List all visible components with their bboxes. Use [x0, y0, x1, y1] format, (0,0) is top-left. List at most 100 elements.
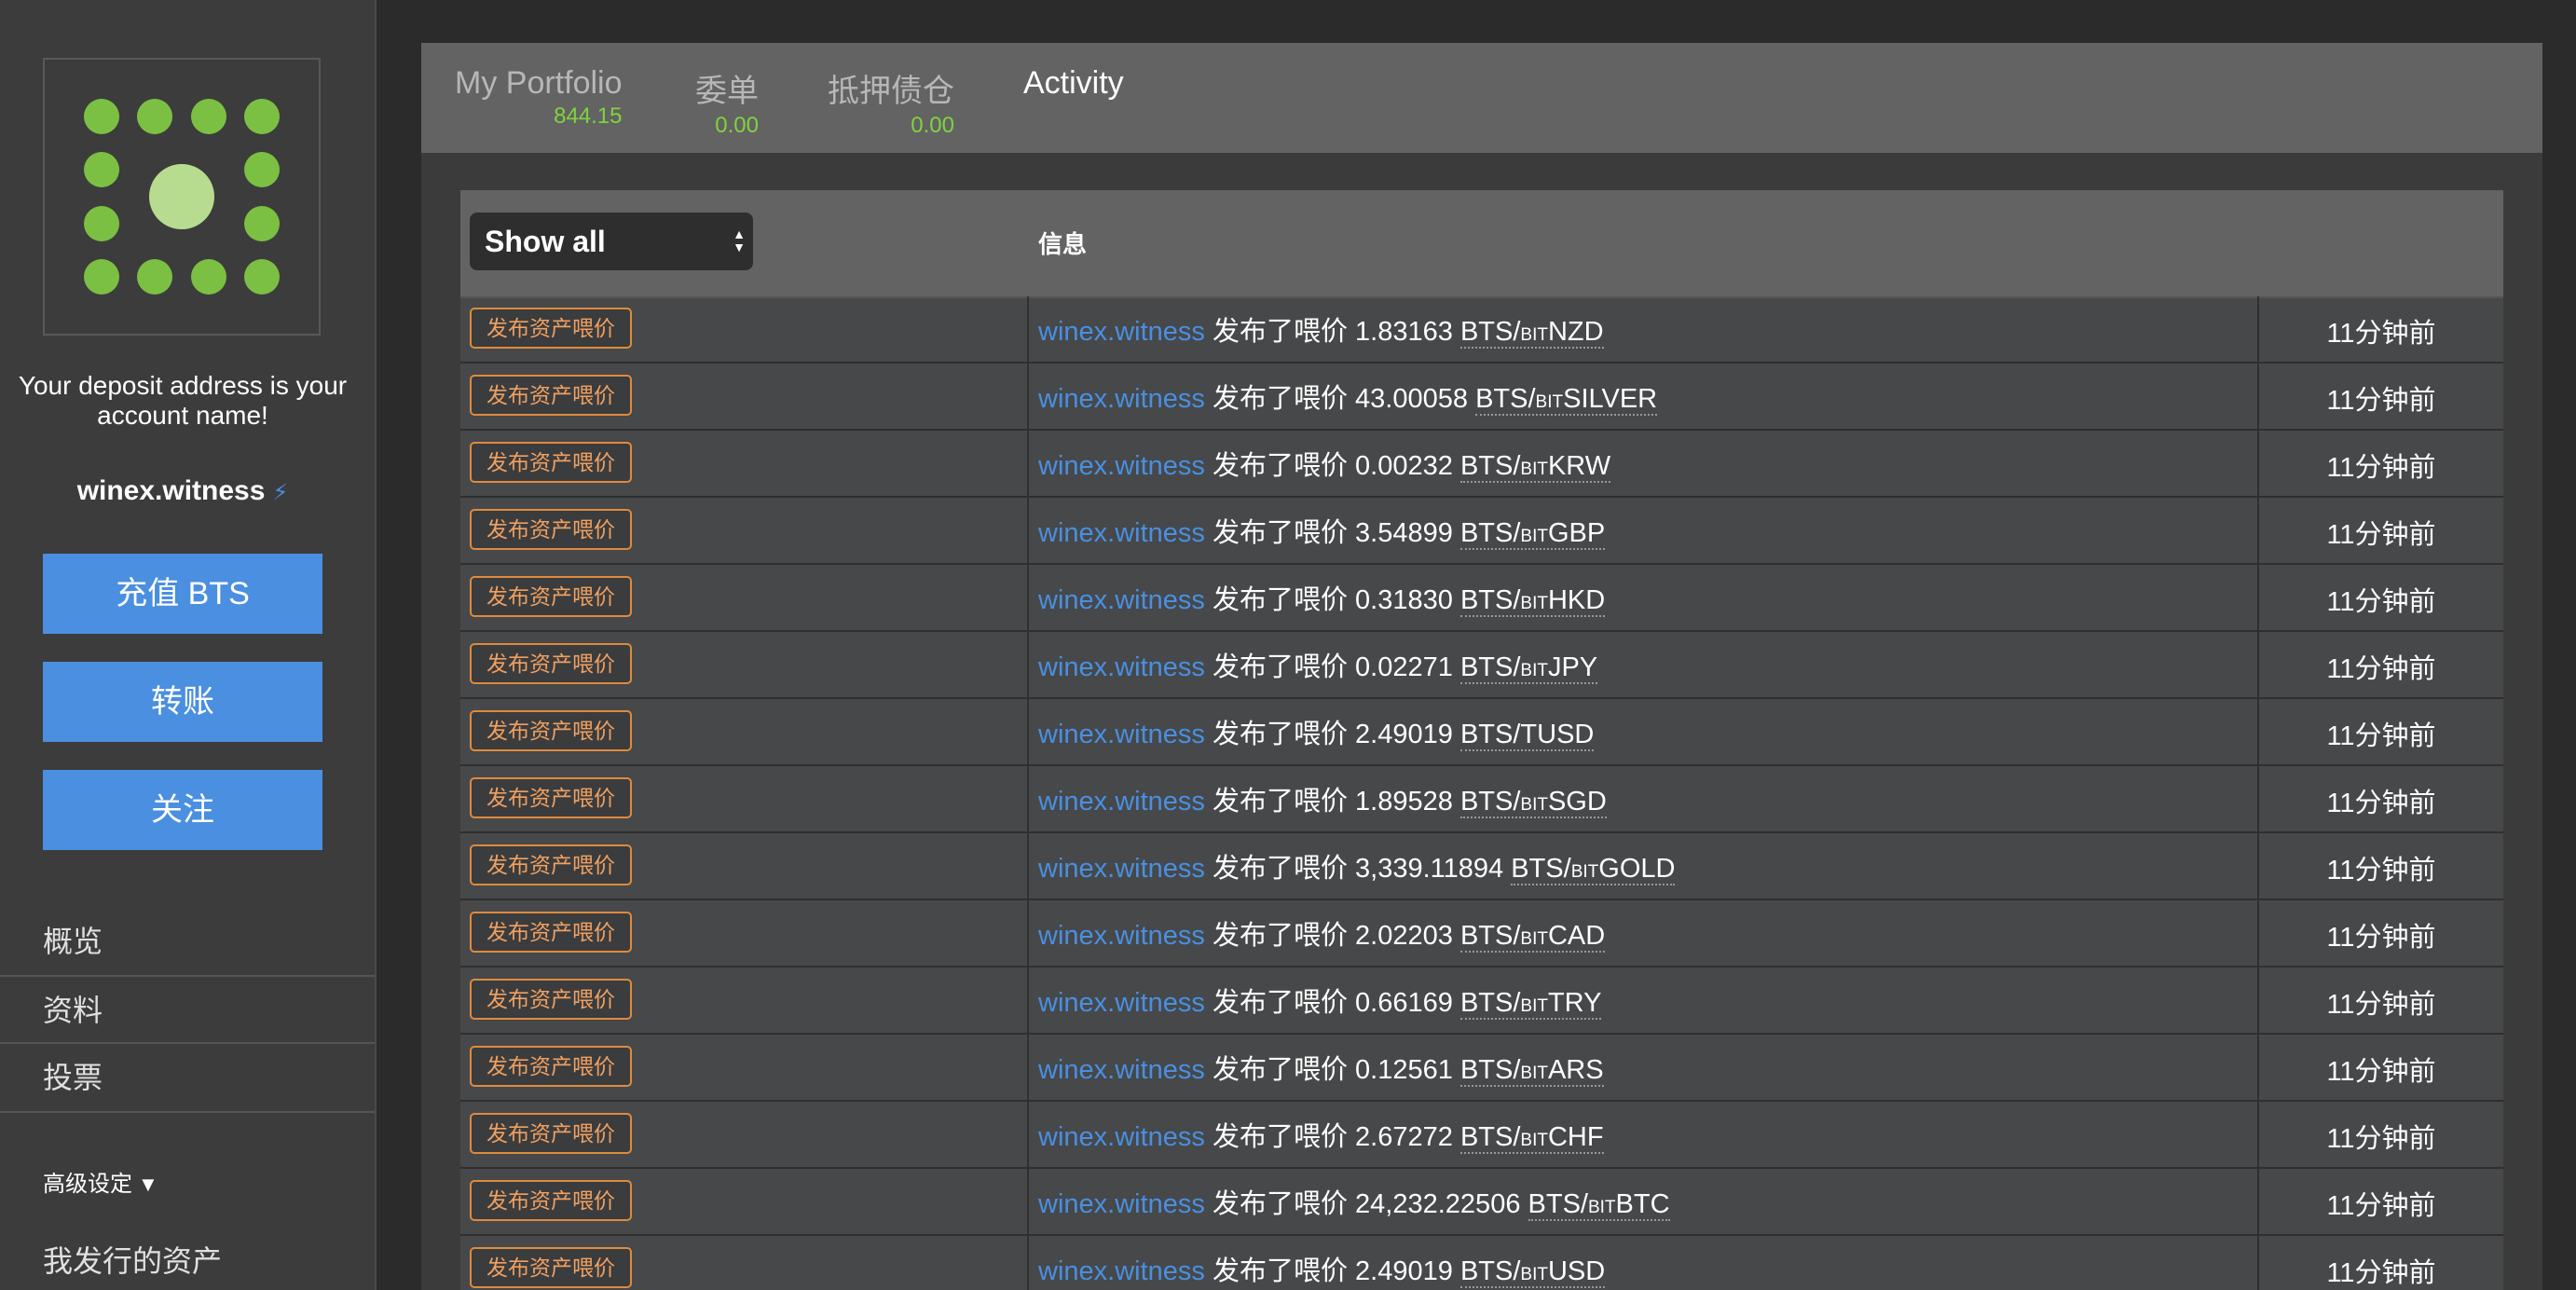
pair-bit-prefix: BIT: [1520, 929, 1548, 949]
column-divider: [1027, 1102, 1029, 1169]
follow-button[interactable]: 关注: [43, 770, 322, 850]
transfer-button[interactable]: 转账: [43, 662, 322, 742]
operation-badge[interactable]: 发布资产喂价: [470, 509, 632, 550]
pair-bit-prefix: BIT: [1520, 594, 1548, 613]
table-row: 发布资产喂价 winex.witness 发布了喂价 3.54899 BTS/BI…: [460, 498, 2503, 565]
tab-my-portfolio[interactable]: My Portfolio 844.15: [455, 65, 623, 130]
feed-price: 0.00232: [1355, 451, 1453, 481]
pair-base: BTS/: [1459, 652, 1521, 682]
activity-info: winex.witness 发布了喂价 1.83163 BTS/BITNZD: [1038, 309, 1604, 349]
table-row: 发布资产喂价 winex.witness 发布了喂价 24,232.22506 B…: [460, 1169, 2503, 1236]
account-link[interactable]: winex.witness: [1038, 585, 1205, 615]
pair-bit-prefix: BIT: [1535, 392, 1564, 412]
feed-price: 1.89528: [1355, 787, 1453, 817]
tab-value: 844.15: [554, 103, 623, 129]
account-link[interactable]: winex.witness: [1038, 1122, 1205, 1152]
operation-badge[interactable]: 发布资产喂价: [470, 1247, 632, 1288]
operation-badge[interactable]: 发布资产喂价: [470, 576, 632, 617]
asset-pair-link[interactable]: BTS/BITSGD: [1459, 787, 1607, 818]
asset-pair-link[interactable]: BTS/BITKRW: [1459, 451, 1611, 483]
activity-info: winex.witness 发布了喂价 3,339.11894 BTS/BITG…: [1038, 846, 1676, 885]
deposit-bts-button[interactable]: 充值 BTS: [43, 554, 322, 634]
operation-badge[interactable]: 发布资产喂价: [470, 442, 632, 483]
tab-orders[interactable]: 委单 0.00: [695, 65, 759, 139]
account-link[interactable]: winex.witness: [1038, 1055, 1205, 1085]
operation-badge[interactable]: 发布资产喂价: [470, 308, 632, 349]
account-link[interactable]: winex.witness: [1038, 317, 1205, 347]
column-divider: [1027, 296, 1029, 364]
account-link[interactable]: winex.witness: [1038, 652, 1205, 682]
asset-pair-link[interactable]: BTS/BITBTC: [1528, 1189, 1670, 1221]
asset-pair-link[interactable]: BTS/BITHKD: [1459, 585, 1606, 617]
advanced-settings-toggle[interactable]: 高级设定 ▼: [43, 1165, 158, 1198]
operation-badge[interactable]: 发布资产喂价: [470, 1180, 632, 1221]
operation-badge[interactable]: 发布资产喂价: [470, 844, 632, 885]
main-content: My Portfolio 844.15 委单 0.00 抵押债仓 0.00 Ac…: [421, 43, 2542, 1290]
lightning-icon: ⚡: [272, 480, 289, 505]
account-link[interactable]: winex.witness: [1038, 854, 1205, 884]
operation-badge[interactable]: 发布资产喂价: [470, 643, 632, 684]
asset-pair-link[interactable]: BTS/BITTRY: [1459, 988, 1602, 1020]
pair-asset: CHF: [1547, 1122, 1604, 1152]
asset-pair-link[interactable]: BTS/BITARS: [1459, 1055, 1604, 1087]
operation-badge[interactable]: 发布资产喂价: [470, 979, 632, 1020]
table-row: 发布资产喂价 winex.witness 发布了喂价 0.02271 BTS/BI…: [460, 632, 2503, 699]
asset-pair-link[interactable]: BTS/BITNZD: [1459, 317, 1604, 349]
pair-base: BTS/: [1459, 720, 1521, 749]
operation-badge[interactable]: 发布资产喂价: [470, 1113, 632, 1154]
asset-pair-link[interactable]: BTS/TUSD: [1459, 720, 1595, 751]
account-name: winex.witness ⚡: [0, 475, 365, 507]
feed-price: 0.12561: [1355, 1055, 1453, 1085]
account-link[interactable]: winex.witness: [1038, 787, 1205, 817]
timestamp: 11分钟前: [2326, 319, 2436, 349]
operation-filter-select[interactable]: Show all ▲ ▼: [470, 213, 753, 270]
asset-pair-link[interactable]: BTS/BITGBP: [1459, 518, 1606, 550]
sidebar-item-voting[interactable]: 投票: [0, 1044, 375, 1111]
operation-badge[interactable]: 发布资产喂价: [470, 710, 632, 751]
timestamp: 11分钟前: [2326, 721, 2436, 751]
tab-activity[interactable]: Activity: [1023, 65, 1124, 102]
feed-price: 0.31830: [1355, 585, 1453, 615]
asset-pair-link[interactable]: BTS/BITSILVER: [1475, 384, 1658, 416]
asset-pair-link[interactable]: BTS/BITCHF: [1459, 1122, 1604, 1154]
sidebar-item-overview[interactable]: 概览: [0, 908, 375, 975]
table-row: 发布资产喂价 winex.witness 发布了喂价 1.83163 BTS/BI…: [460, 296, 2503, 364]
operation-badge[interactable]: 发布资产喂价: [470, 777, 632, 818]
asset-pair-link[interactable]: BTS/BITJPY: [1459, 652, 1598, 684]
column-divider: [1027, 1169, 1029, 1236]
asset-pair-link[interactable]: BTS/BITCAD: [1459, 921, 1606, 953]
asset-pair-link[interactable]: BTS/BITGOLD: [1511, 854, 1676, 885]
account-link[interactable]: winex.witness: [1038, 720, 1205, 749]
operation-badge[interactable]: 发布资产喂价: [470, 912, 632, 953]
account-link[interactable]: winex.witness: [1038, 451, 1205, 481]
account-link[interactable]: winex.witness: [1038, 921, 1205, 951]
activity-verb: 发布了喂价: [1212, 1189, 1348, 1219]
account-link[interactable]: winex.witness: [1038, 1189, 1205, 1219]
advanced-settings-label: 高级设定: [43, 1172, 132, 1197]
sidebar-item-profile[interactable]: 资料: [0, 977, 375, 1044]
activity-info: winex.witness 发布了喂价 2.49019 BTS/TUSD: [1038, 712, 1595, 751]
pair-base: BTS/: [1459, 585, 1521, 615]
account-link[interactable]: winex.witness: [1038, 988, 1205, 1018]
sidebar: Your deposit address is your account nam…: [0, 0, 377, 1290]
account-link[interactable]: winex.witness: [1038, 384, 1205, 414]
tab-label: 委单: [695, 74, 759, 109]
nav-divider: [0, 1111, 375, 1113]
asset-pair-link[interactable]: BTS/BITUSD: [1459, 1256, 1606, 1288]
tab-collateral[interactable]: 抵押债仓 0.00: [828, 65, 954, 139]
pair-asset: GBP: [1547, 518, 1606, 548]
pair-base: BTS/: [1459, 1055, 1521, 1085]
account-link[interactable]: winex.witness: [1038, 518, 1205, 548]
operation-badge[interactable]: 发布资产喂价: [470, 1046, 632, 1087]
activity-verb: 发布了喂价: [1212, 854, 1348, 884]
activity-verb: 发布了喂价: [1212, 720, 1348, 749]
operation-badge[interactable]: 发布资产喂价: [470, 375, 632, 416]
feed-price: 43.00058: [1355, 384, 1469, 414]
column-divider: [1027, 565, 1029, 632]
sidebar-item-my-assets[interactable]: 我发行的资产: [43, 1238, 222, 1281]
timestamp: 11分钟前: [2326, 923, 2436, 953]
timestamp: 11分钟前: [2326, 386, 2436, 416]
account-link[interactable]: winex.witness: [1038, 1256, 1205, 1286]
table-row: 发布资产喂价 winex.witness 发布了喂价 0.66169 BTS/BI…: [460, 968, 2503, 1035]
activity-info: winex.witness 发布了喂价 0.66169 BTS/BITTRY: [1038, 981, 1602, 1020]
